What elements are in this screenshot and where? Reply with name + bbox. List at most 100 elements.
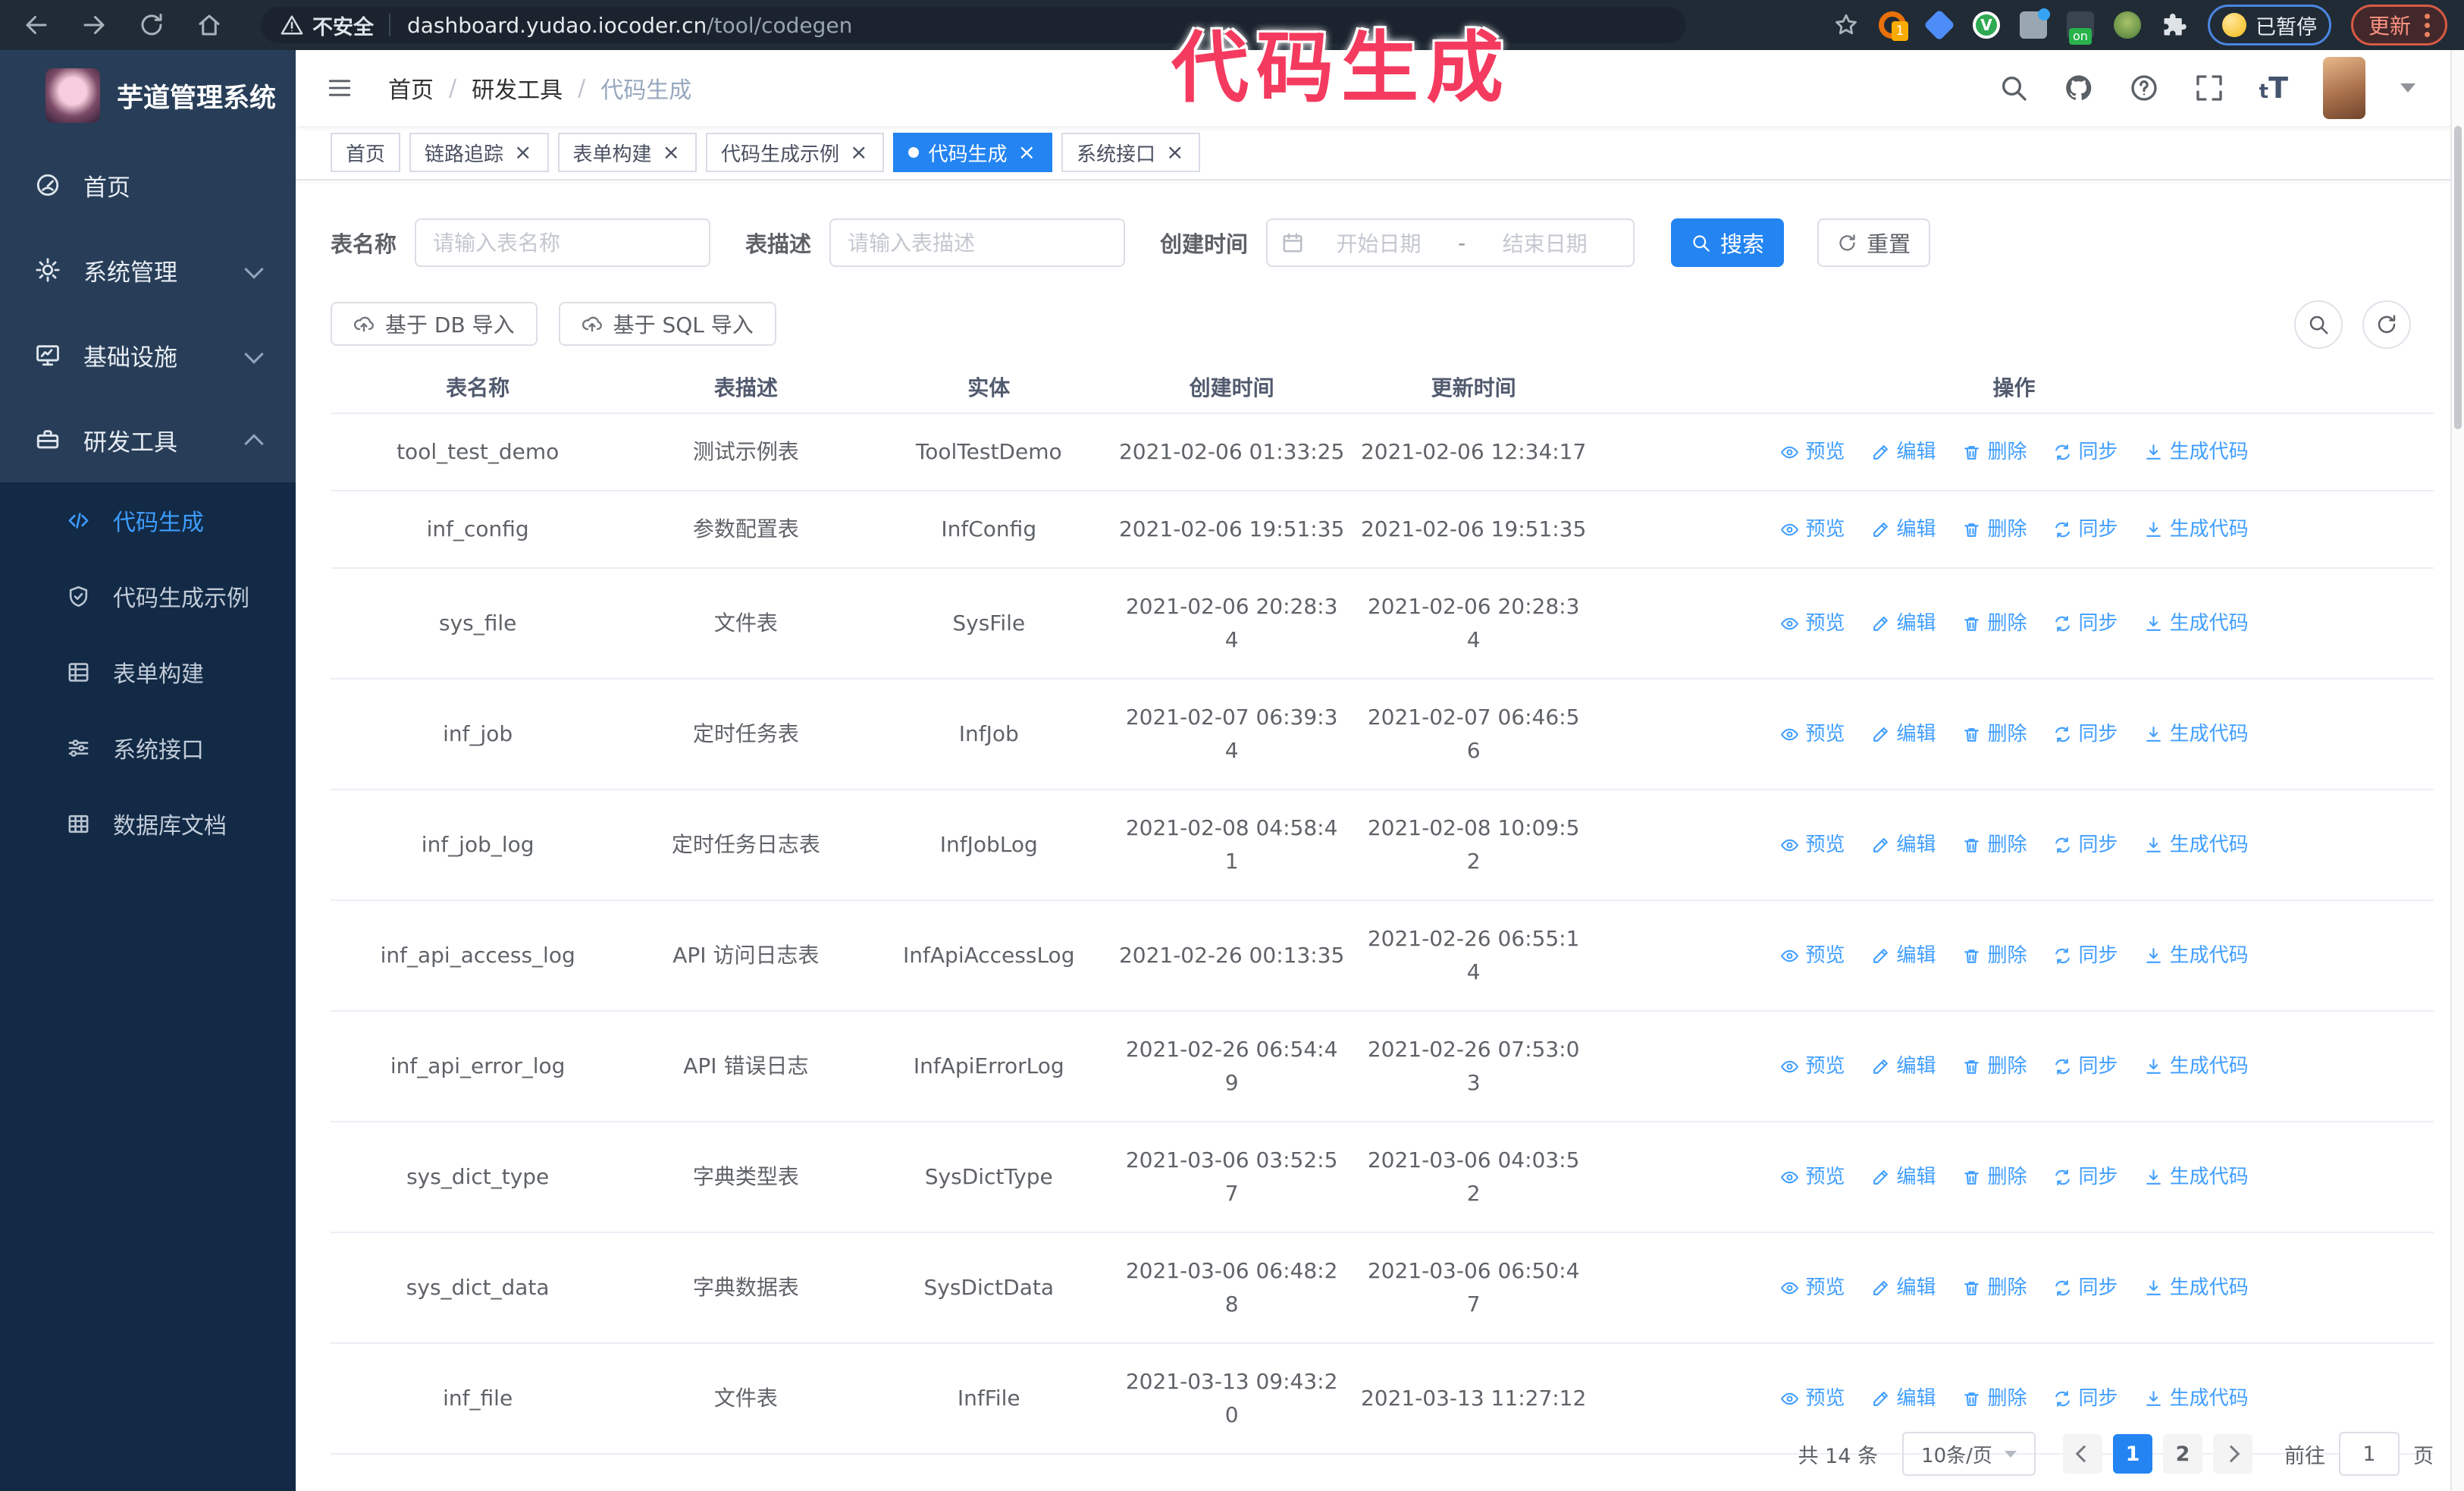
tab-代码生成[interactable]: 代码生成 ×	[893, 133, 1052, 172]
browser-extension-icon[interactable]	[2019, 8, 2050, 39]
font-size-icon[interactable]: tT	[2259, 71, 2288, 105]
action-生成代码[interactable]: 生成代码	[2144, 1050, 2249, 1083]
action-删除[interactable]: 删除	[1962, 607, 2027, 640]
tab-链路追踪[interactable]: 链路追踪 ×	[409, 133, 549, 172]
action-同步[interactable]: 同步	[2053, 1050, 2118, 1083]
help-icon[interactable]	[2129, 73, 2159, 103]
action-同步[interactable]: 同步	[2053, 1382, 2118, 1415]
import-sql-button[interactable]: 基于 SQL 导入	[558, 302, 776, 346]
action-生成代码[interactable]: 生成代码	[2144, 607, 2249, 640]
action-编辑[interactable]: 编辑	[1871, 435, 1936, 469]
action-同步[interactable]: 同步	[2053, 717, 2118, 751]
sidebar-item-系统接口[interactable]: 系统接口	[0, 710, 296, 786]
action-预览[interactable]: 预览	[1780, 939, 1845, 972]
github-icon[interactable]	[2064, 73, 2094, 103]
action-生成代码[interactable]: 生成代码	[2144, 1382, 2249, 1415]
import-db-button[interactable]: 基于 DB 导入	[331, 302, 538, 346]
action-删除[interactable]: 删除	[1962, 513, 2027, 546]
reset-button[interactable]: 重置	[1817, 218, 1931, 267]
avatar-caret-down-icon[interactable]	[2400, 83, 2415, 93]
toggle-search-button[interactable]	[2294, 300, 2343, 349]
reload-icon[interactable]	[138, 11, 165, 39]
page-button-1[interactable]: 1	[2113, 1434, 2152, 1474]
browser-extension-icon[interactable]	[2113, 11, 2141, 39]
action-预览[interactable]: 预览	[1780, 435, 1845, 469]
scrollbar-thumb[interactable]	[2454, 126, 2462, 429]
action-预览[interactable]: 预览	[1780, 1050, 1845, 1083]
action-编辑[interactable]: 编辑	[1871, 1271, 1936, 1304]
browser-update-button[interactable]: 更新	[2350, 5, 2447, 46]
refresh-table-button[interactable]	[2362, 300, 2411, 349]
action-编辑[interactable]: 编辑	[1871, 1050, 1936, 1083]
close-icon[interactable]: ×	[513, 142, 533, 163]
hamburger-icon[interactable]	[324, 75, 355, 101]
date-range-picker[interactable]: 开始日期 - 结束日期	[1266, 218, 1635, 267]
home-icon[interactable]	[196, 11, 223, 39]
action-删除[interactable]: 删除	[1962, 1050, 2027, 1083]
address-bar[interactable]: 不安全 dashboard.yudao.iocoder.cn/tool/code…	[261, 7, 1686, 43]
action-预览[interactable]: 预览	[1780, 1160, 1845, 1194]
next-page-button[interactable]	[2213, 1434, 2252, 1474]
tab-首页[interactable]: 首页	[331, 133, 401, 172]
bookmark-star-icon[interactable]	[1833, 12, 1859, 38]
goto-page-input[interactable]	[2339, 1432, 2400, 1476]
action-删除[interactable]: 删除	[1962, 1271, 2027, 1304]
action-生成代码[interactable]: 生成代码	[2144, 435, 2249, 469]
sidebar-item-表单构建[interactable]: 表单构建	[0, 634, 296, 710]
action-生成代码[interactable]: 生成代码	[2144, 513, 2249, 546]
breadcrumb-item[interactable]: 研发工具	[472, 71, 563, 105]
browser-extension-icon[interactable]: V	[1972, 11, 2000, 39]
browser-extension-icon[interactable]	[2066, 11, 2094, 39]
table-desc-input[interactable]	[829, 218, 1126, 267]
sidebar-item-数据库文档[interactable]: 数据库文档	[0, 786, 296, 862]
action-生成代码[interactable]: 生成代码	[2144, 1160, 2249, 1194]
action-编辑[interactable]: 编辑	[1871, 939, 1936, 972]
table-name-input[interactable]	[415, 218, 711, 267]
sidebar-item-研发工具[interactable]: 研发工具	[0, 397, 296, 482]
action-同步[interactable]: 同步	[2053, 513, 2118, 546]
page-size-select[interactable]: 10条/页	[1902, 1432, 2036, 1476]
action-生成代码[interactable]: 生成代码	[2144, 1271, 2249, 1304]
sidebar-item-首页[interactable]: 首页	[0, 143, 296, 228]
action-预览[interactable]: 预览	[1780, 1382, 1845, 1415]
browser-extension-icon[interactable]	[1923, 9, 1955, 41]
action-生成代码[interactable]: 生成代码	[2144, 717, 2249, 751]
kebab-menu-icon[interactable]	[2425, 13, 2430, 37]
close-icon[interactable]: ×	[848, 142, 869, 163]
action-预览[interactable]: 预览	[1780, 607, 1845, 640]
close-icon[interactable]: ×	[1165, 142, 1185, 163]
action-预览[interactable]: 预览	[1780, 1271, 1845, 1304]
action-同步[interactable]: 同步	[2053, 435, 2118, 469]
page-button-2[interactable]: 2	[2163, 1434, 2202, 1474]
forward-icon[interactable]	[80, 11, 108, 39]
search-button[interactable]: 搜索	[1671, 218, 1785, 267]
browser-extension-icon[interactable]: 1	[1878, 11, 1908, 41]
action-删除[interactable]: 删除	[1962, 828, 2027, 862]
action-预览[interactable]: 预览	[1780, 717, 1845, 751]
app-logo-row[interactable]: 芋道管理系统	[0, 50, 296, 143]
action-编辑[interactable]: 编辑	[1871, 1160, 1936, 1194]
sidebar-item-代码生成示例[interactable]: 代码生成示例	[0, 558, 296, 634]
action-生成代码[interactable]: 生成代码	[2144, 939, 2249, 972]
action-编辑[interactable]: 编辑	[1871, 828, 1936, 862]
action-同步[interactable]: 同步	[2053, 607, 2118, 640]
search-icon[interactable]	[1998, 73, 2029, 103]
extensions-puzzle-icon[interactable]	[2161, 11, 2188, 39]
action-同步[interactable]: 同步	[2053, 828, 2118, 862]
back-icon[interactable]	[23, 11, 50, 39]
close-icon[interactable]: ×	[661, 142, 682, 163]
action-同步[interactable]: 同步	[2053, 939, 2118, 972]
action-预览[interactable]: 预览	[1780, 513, 1845, 546]
prev-page-button[interactable]	[2063, 1434, 2102, 1474]
sidebar-item-基础设施[interactable]: 基础设施	[0, 312, 296, 397]
action-同步[interactable]: 同步	[2053, 1271, 2118, 1304]
action-编辑[interactable]: 编辑	[1871, 717, 1936, 751]
action-删除[interactable]: 删除	[1962, 717, 2027, 751]
action-删除[interactable]: 删除	[1962, 1160, 2027, 1194]
action-编辑[interactable]: 编辑	[1871, 513, 1936, 546]
tab-表单构建[interactable]: 表单构建 ×	[557, 133, 697, 172]
action-删除[interactable]: 删除	[1962, 435, 2027, 469]
sidebar-item-系统管理[interactable]: 系统管理	[0, 228, 296, 312]
action-编辑[interactable]: 编辑	[1871, 1382, 1936, 1415]
fullscreen-icon[interactable]	[2194, 73, 2224, 103]
